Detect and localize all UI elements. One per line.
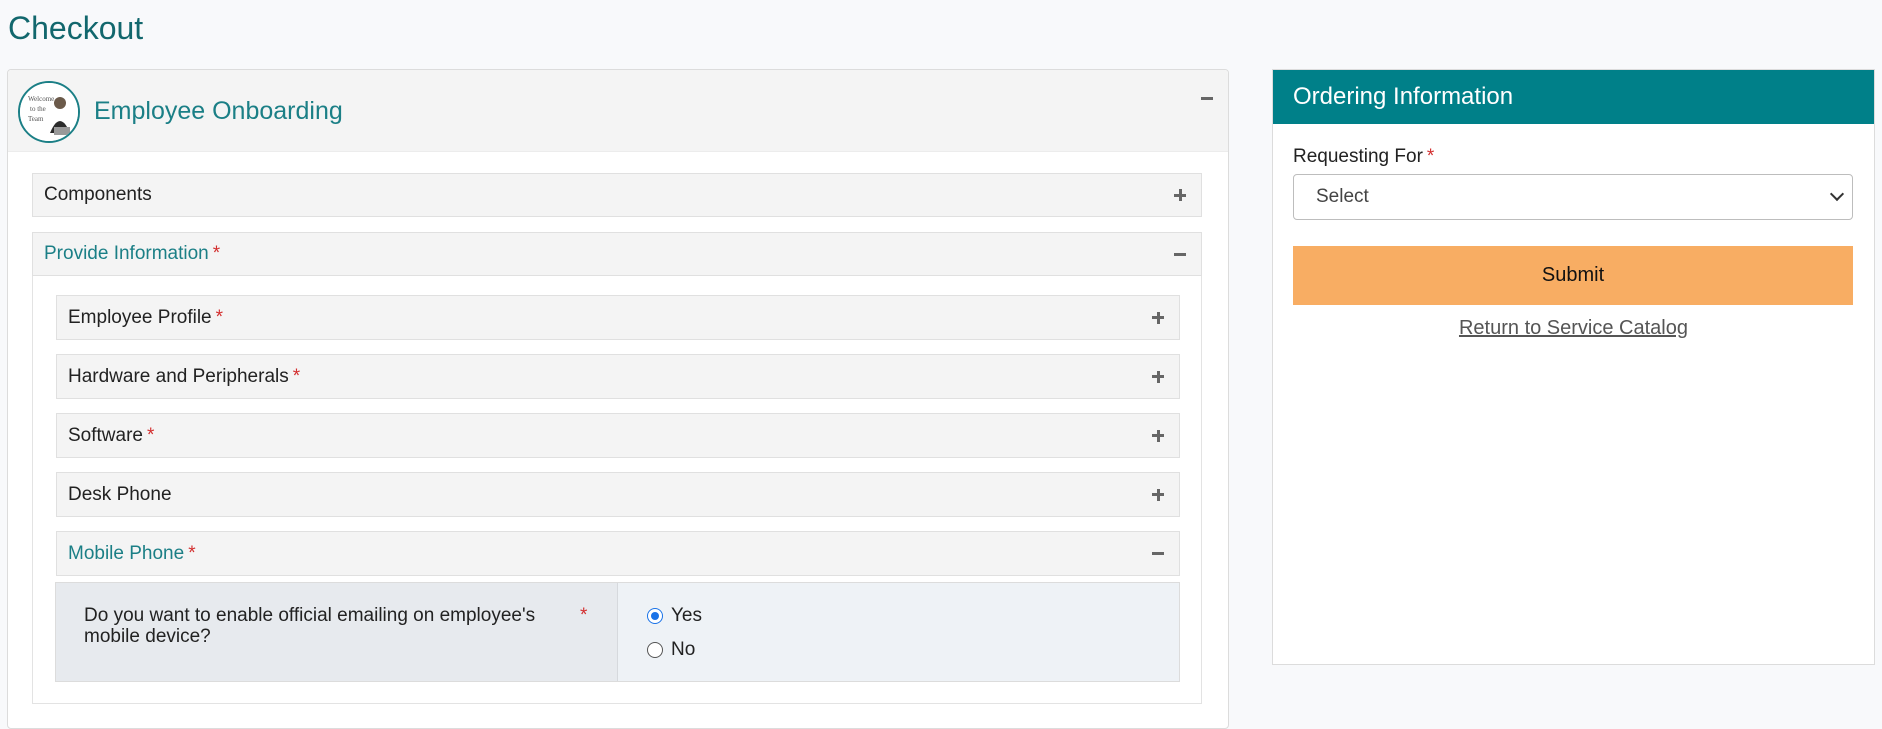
- mobile-phone-label: Mobile Phone: [68, 542, 185, 564]
- person-photo-icon: Welcome to the Team: [18, 81, 80, 143]
- catalog-item-title: Employee Onboarding: [94, 97, 343, 125]
- desk-phone-label: Desk Phone: [68, 483, 172, 505]
- ordering-information-card: Ordering Information Requesting For * Sel…: [1272, 69, 1875, 665]
- plus-icon[interactable]: [1147, 307, 1169, 329]
- select-value: Select: [1316, 186, 1369, 207]
- required-marker: *: [146, 424, 155, 446]
- radio-yes[interactable]: Yes: [647, 605, 702, 627]
- question-label-cell: Do you want to enable official emailing …: [56, 583, 618, 681]
- radio-no[interactable]: No: [647, 639, 695, 661]
- page-title: Checkout: [8, 10, 144, 46]
- chevron-down-icon: [1829, 186, 1845, 202]
- required-marker: *: [580, 605, 588, 626]
- catalog-item-header[interactable]: Welcome to the Team Employee Onboarding: [8, 70, 1228, 152]
- plus-icon[interactable]: [1169, 184, 1191, 206]
- plus-icon[interactable]: [1147, 425, 1169, 447]
- mobile-email-question: Do you want to enable official emailing …: [55, 582, 1180, 682]
- software-label: Software: [68, 424, 143, 446]
- required-marker: *: [292, 365, 301, 387]
- question-text: Do you want to enable official emailing …: [84, 605, 536, 647]
- radio-yes-label: Yes: [671, 605, 702, 626]
- plus-icon[interactable]: [1147, 484, 1169, 506]
- provide-information-label: Provide Information: [44, 243, 209, 264]
- svg-text:Welcome: Welcome: [28, 95, 54, 103]
- software-section[interactable]: Software *: [56, 413, 1180, 458]
- requesting-for-text: Requesting For: [1293, 146, 1423, 167]
- radio-yes-button[interactable]: [647, 608, 663, 624]
- mobile-phone-section[interactable]: Mobile Phone *: [56, 531, 1180, 576]
- plus-icon[interactable]: [1147, 366, 1169, 388]
- radio-no-button[interactable]: [647, 642, 663, 658]
- employee-profile-section[interactable]: Employee Profile *: [56, 295, 1180, 340]
- radio-no-label: No: [671, 639, 696, 660]
- components-label: Components: [44, 184, 152, 205]
- requesting-for-select[interactable]: Select: [1293, 174, 1853, 220]
- svg-text:to the: to the: [30, 105, 46, 113]
- desk-phone-section[interactable]: Desk Phone: [56, 472, 1180, 517]
- provide-information-section[interactable]: Provide Information *: [32, 232, 1202, 276]
- required-marker: *: [212, 243, 221, 264]
- required-marker: *: [188, 542, 196, 564]
- submit-button[interactable]: Submit: [1293, 246, 1853, 305]
- hardware-peripherals-label: Hardware and Peripherals: [68, 365, 289, 387]
- required-marker: *: [215, 306, 224, 328]
- ordering-information-header: Ordering Information: [1273, 70, 1874, 124]
- minus-icon[interactable]: [1196, 87, 1218, 109]
- minus-icon[interactable]: [1169, 243, 1191, 265]
- requesting-for-label: Requesting For *: [1293, 146, 1434, 168]
- return-to-catalog-link[interactable]: Return to Service Catalog: [1273, 317, 1874, 340]
- hardware-peripherals-section[interactable]: Hardware and Peripherals *: [56, 354, 1180, 399]
- required-marker: *: [1426, 146, 1435, 167]
- components-section[interactable]: Components: [32, 173, 1202, 217]
- minus-icon[interactable]: [1147, 543, 1169, 565]
- employee-profile-label: Employee Profile: [68, 306, 212, 328]
- svg-text:Team: Team: [28, 115, 44, 123]
